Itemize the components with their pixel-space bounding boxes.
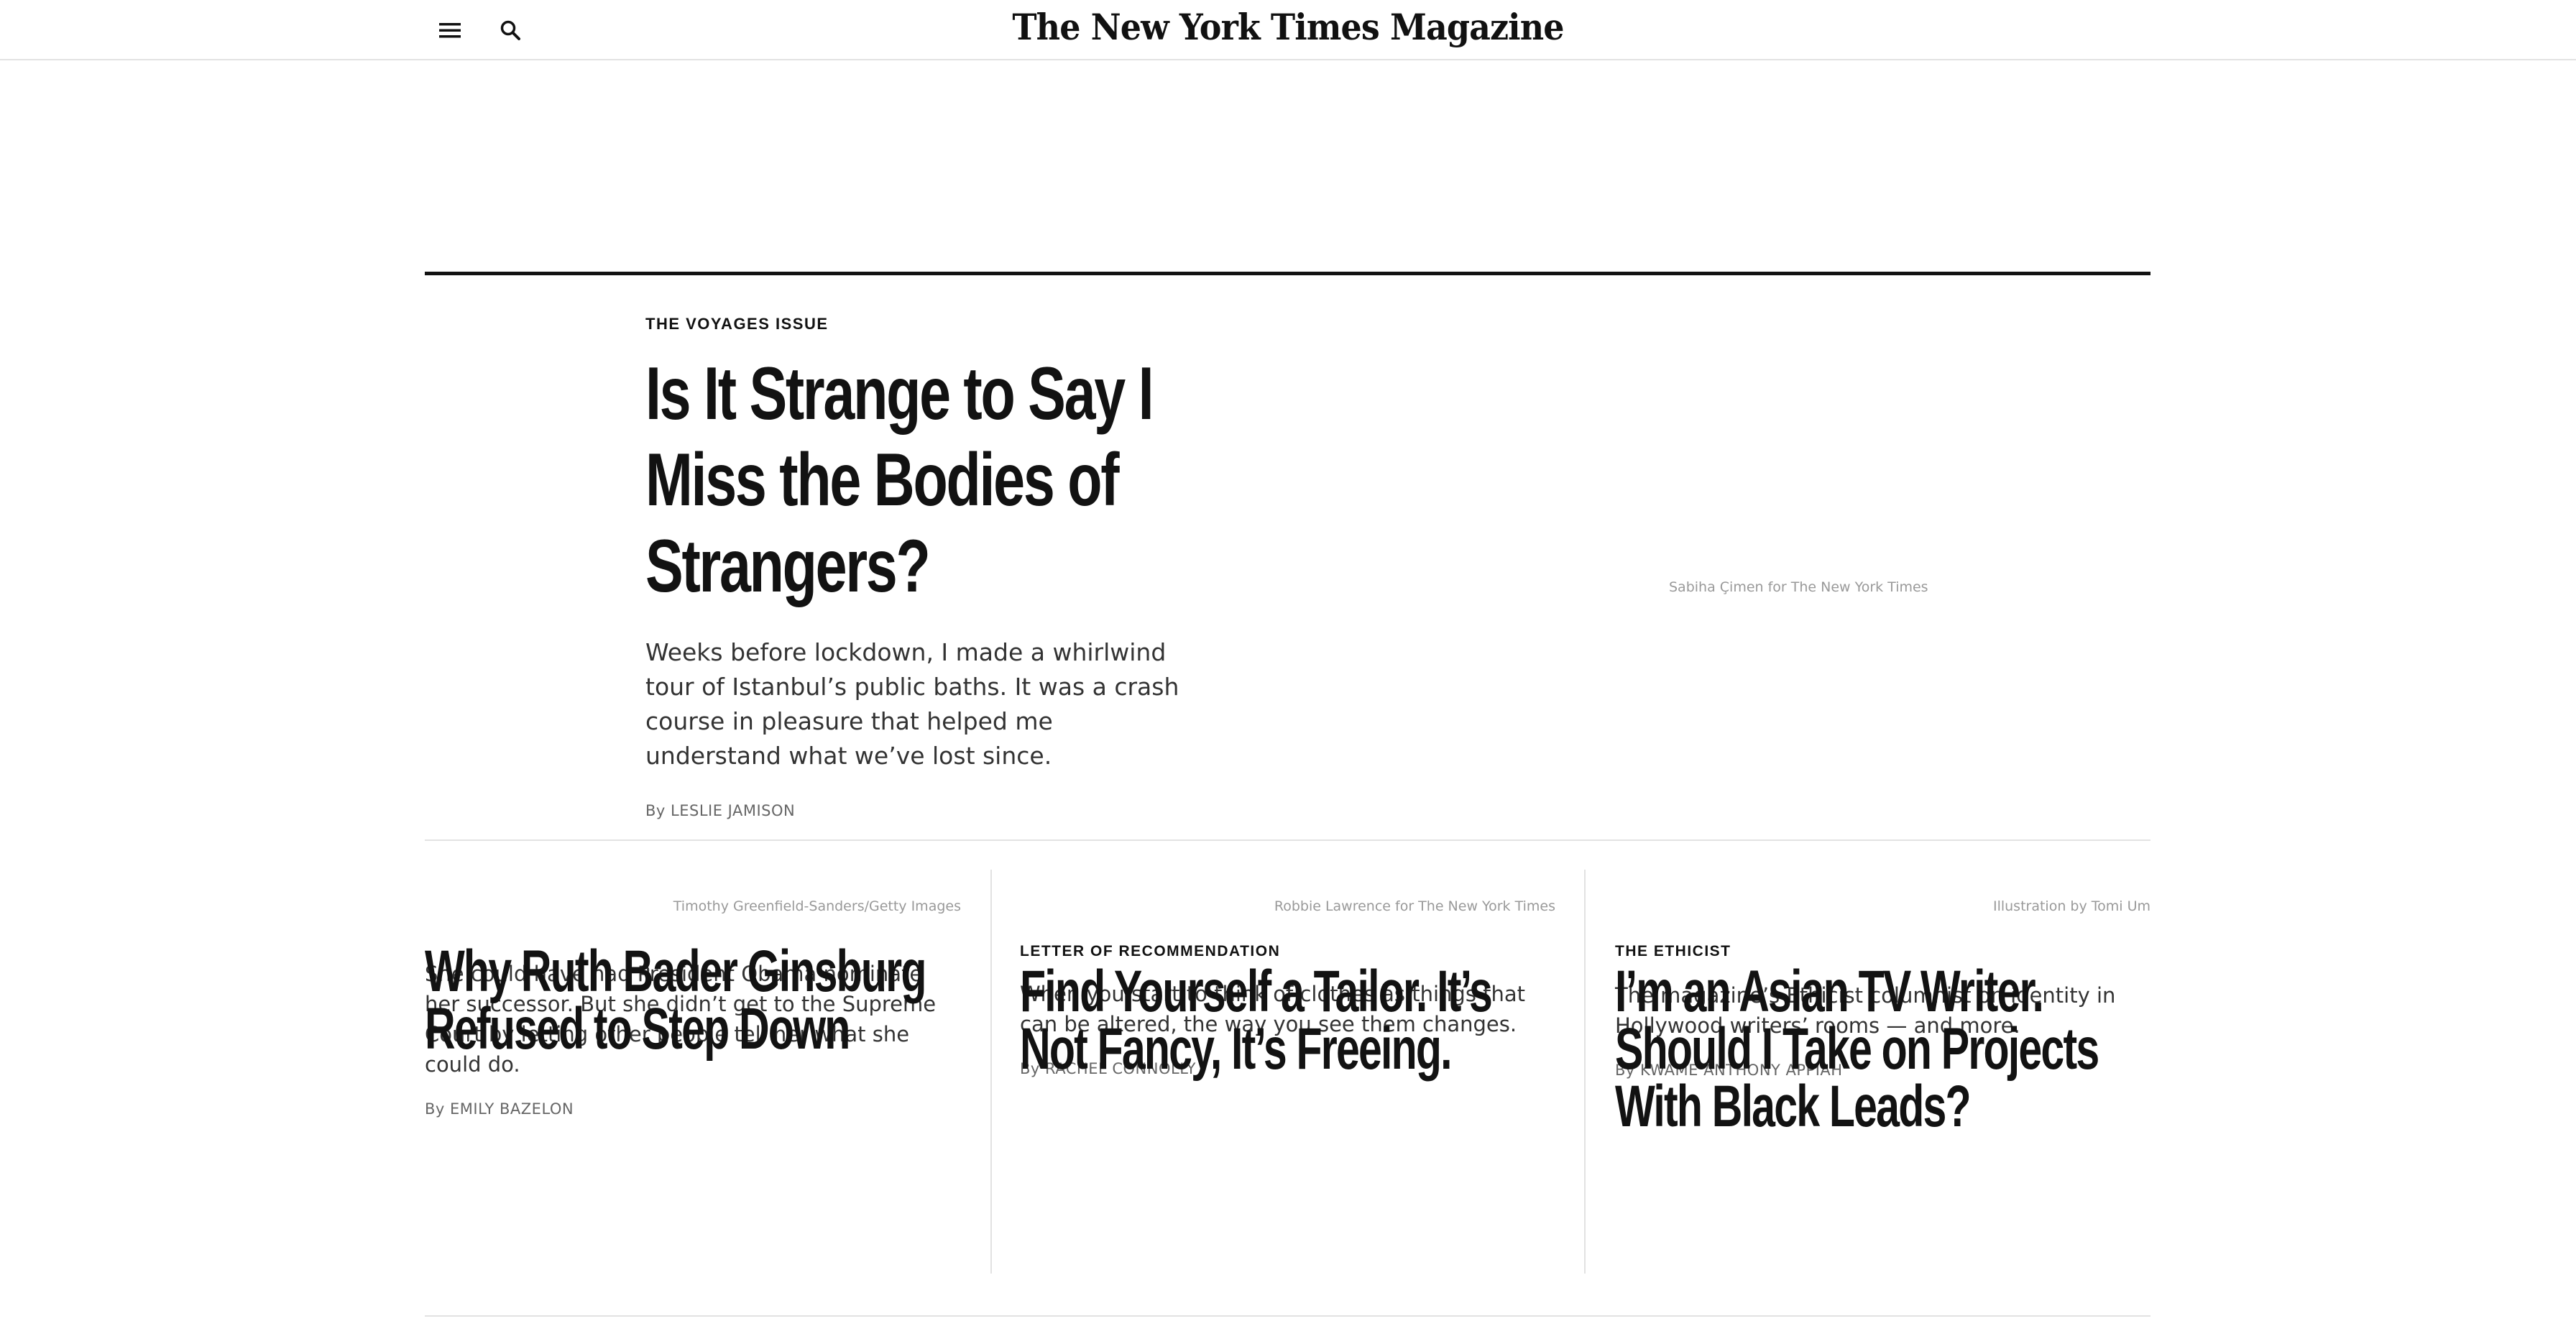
story-card-ginsburg[interactable]: Timothy Greenfield-Sanders/Getty Images … — [425, 898, 961, 1118]
story-headline[interactable]: Why Ruth Bader Ginsburg Refused to Step … — [425, 942, 958, 1059]
column-divider — [1584, 870, 1586, 1274]
section-divider — [425, 1315, 2150, 1317]
story-kicker[interactable]: THE ETHICIST — [1615, 943, 2150, 960]
story-image-credit: Timothy Greenfield-Sanders/Getty Images — [673, 898, 961, 914]
story-image-credit: Illustration by Tomi Um — [1992, 898, 2150, 914]
brand-logo-text: The New York Times Magazine — [1012, 6, 1564, 48]
story-author: EMILY BAZELON — [450, 1100, 574, 1118]
story-byline: By EMILY BAZELON — [425, 1100, 961, 1118]
story-card-tailor[interactable]: Robbie Lawrence for The New York Times L… — [1020, 898, 1555, 1079]
lead-kicker[interactable]: THE VOYAGES ISSUE — [645, 315, 1192, 333]
lead-byline: By LESLIE JAMISON — [645, 802, 1192, 819]
section-divider-heavy — [425, 272, 2150, 275]
story-card-ethicist[interactable]: Illustration by Tomi Um THE ETHICIST I’m… — [1615, 898, 2150, 1136]
lead-headline[interactable]: Is It Strange to Say I Miss the Bodies o… — [645, 351, 1192, 609]
lead-story[interactable]: THE VOYAGES ISSUE Is It Strange to Say I… — [645, 315, 1192, 819]
masthead: The New York Times Magazine — [0, 0, 2576, 60]
story-image-credit: Robbie Lawrence for The New York Times — [1274, 898, 1555, 914]
byline-prefix: By — [425, 1100, 445, 1118]
story-kicker[interactable]: LETTER OF RECOMMENDATION — [1020, 943, 1555, 960]
lead-author: LESLIE JAMISON — [671, 802, 796, 819]
column-divider — [990, 870, 992, 1274]
section-divider — [425, 839, 2150, 841]
story-headline[interactable]: I’m an Asian TV Writer. Should I Take on… — [1615, 962, 2150, 1136]
story-headline[interactable]: Find Yourself a Tailor. It’s Not Fancy, … — [1020, 962, 1555, 1079]
brand-logo[interactable]: The New York Times Magazine — [0, 6, 2576, 48]
byline-prefix: By — [645, 802, 666, 819]
lead-image-credit: Sabiha Çimen for The New York Times — [1669, 579, 1928, 595]
lead-summary: Weeks before lockdown, I made a whirlwin… — [645, 638, 1179, 770]
